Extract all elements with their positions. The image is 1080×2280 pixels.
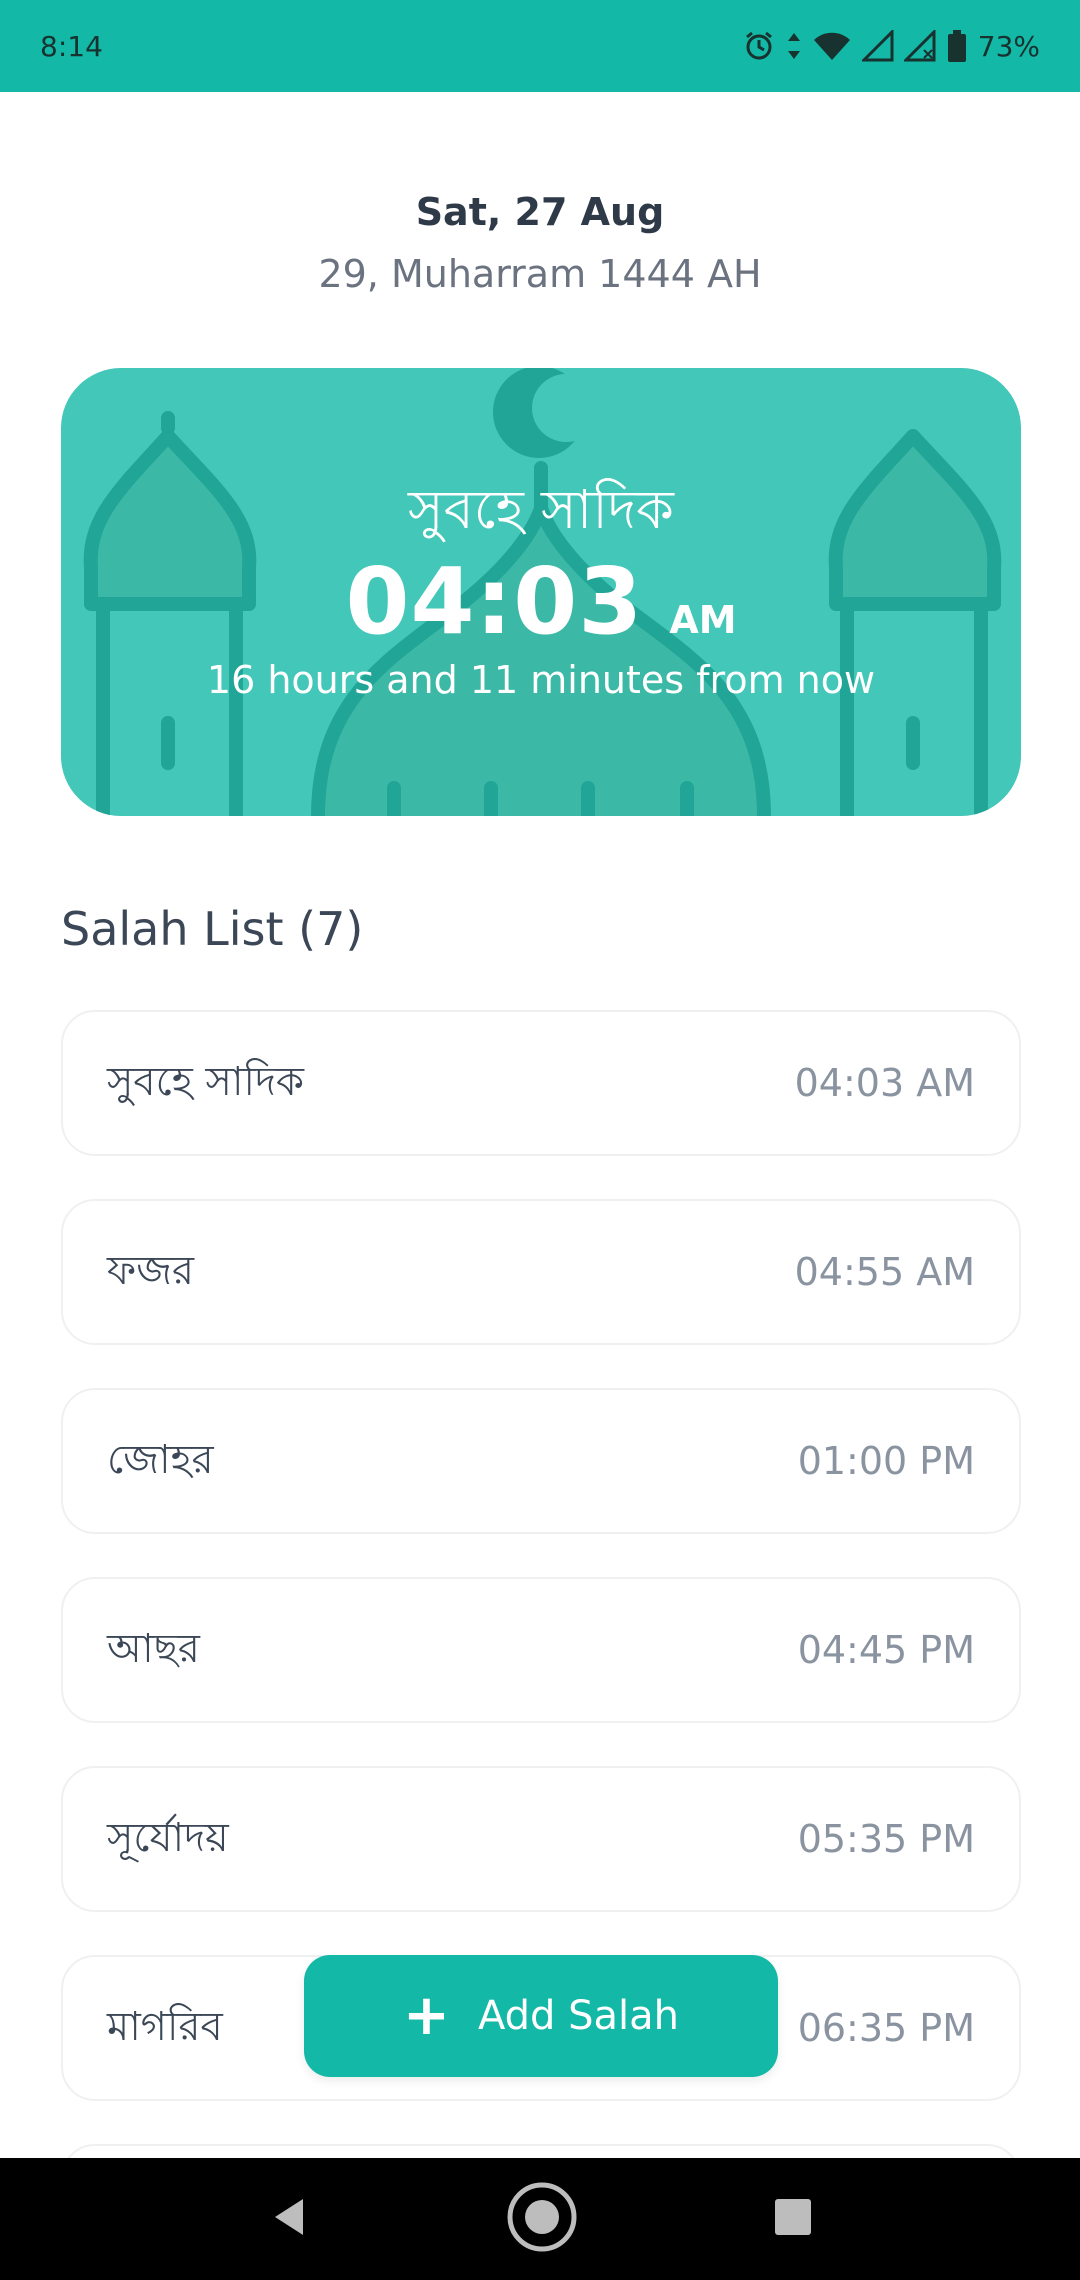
salah-time: 04:45 PM [797, 1628, 975, 1672]
battery-icon [946, 29, 968, 63]
next-prayer-ampm: AM [669, 598, 737, 642]
gregorian-date: Sat, 27 Aug [415, 190, 665, 234]
salah-list-item[interactable]: সুবহে সাদিক 04:03 AM [61, 1010, 1021, 1156]
signal-icon [861, 30, 894, 62]
salah-time: 06:35 PM [797, 2006, 975, 2050]
home-icon[interactable] [506, 2181, 578, 2257]
next-prayer-remaining: 16 hours and 11 minutes from now [206, 658, 876, 702]
salah-list-title: Salah List (7) [61, 902, 364, 956]
status-icons: 73% [742, 29, 1040, 63]
salah-time: 05:35 PM [797, 1817, 975, 1861]
next-prayer-time-row: 04:03 AM [61, 548, 1021, 655]
back-icon[interactable] [267, 2195, 311, 2243]
salah-time: 04:55 AM [794, 1250, 975, 1294]
salah-list-item[interactable]: ফজর 04:55 AM [61, 1199, 1021, 1345]
add-salah-button[interactable]: + Add Salah [304, 1955, 778, 2077]
next-prayer-time: 04:03 [345, 548, 644, 655]
status-bar: 8:14 73% [0, 0, 1080, 92]
battery-percent: 73% [977, 29, 1040, 63]
data-arrows-icon [786, 31, 802, 61]
salah-list-item[interactable]: সূর্যোদয় 05:35 PM [61, 1766, 1021, 1912]
next-prayer-card[interactable]: সুবহে সাদিক 04:03 AM 16 hours and 11 min… [61, 368, 1021, 816]
status-time: 8:14 [40, 29, 103, 63]
recents-icon[interactable] [773, 2197, 813, 2241]
system-nav-bar [0, 2158, 1080, 2280]
salah-name: আছর [107, 1625, 200, 1672]
salah-name: সুবহে সাদিক [107, 1058, 304, 1105]
salah-name: জোহর [107, 1436, 214, 1483]
alarm-icon [742, 29, 776, 63]
salah-name: ফজর [107, 1247, 195, 1294]
wifi-icon [812, 30, 852, 62]
add-salah-label: Add Salah [477, 1993, 679, 2039]
salah-name: সূর্যোদয় [107, 1814, 229, 1861]
hijri-date: 29, Muharram 1444 AH [318, 252, 762, 296]
plus-icon: + [403, 1983, 450, 2048]
salah-list-item[interactable]: জোহর 01:00 PM [61, 1388, 1021, 1534]
salah-name: মাগরিব [107, 2003, 223, 2050]
salah-time: 04:03 AM [794, 1061, 975, 1105]
salah-list-item[interactable]: আছর 04:45 PM [61, 1577, 1021, 1723]
next-prayer-name: সুবহে সাদিক [408, 478, 674, 541]
next-prayer-info: সুবহে সাদিক 04:03 AM 16 hours and 11 min… [61, 368, 1021, 816]
salah-time: 01:00 PM [797, 1439, 975, 1483]
date-header: Sat, 27 Aug 29, Muharram 1444 AH [0, 190, 1080, 296]
signal-no-sim-icon [903, 30, 936, 62]
